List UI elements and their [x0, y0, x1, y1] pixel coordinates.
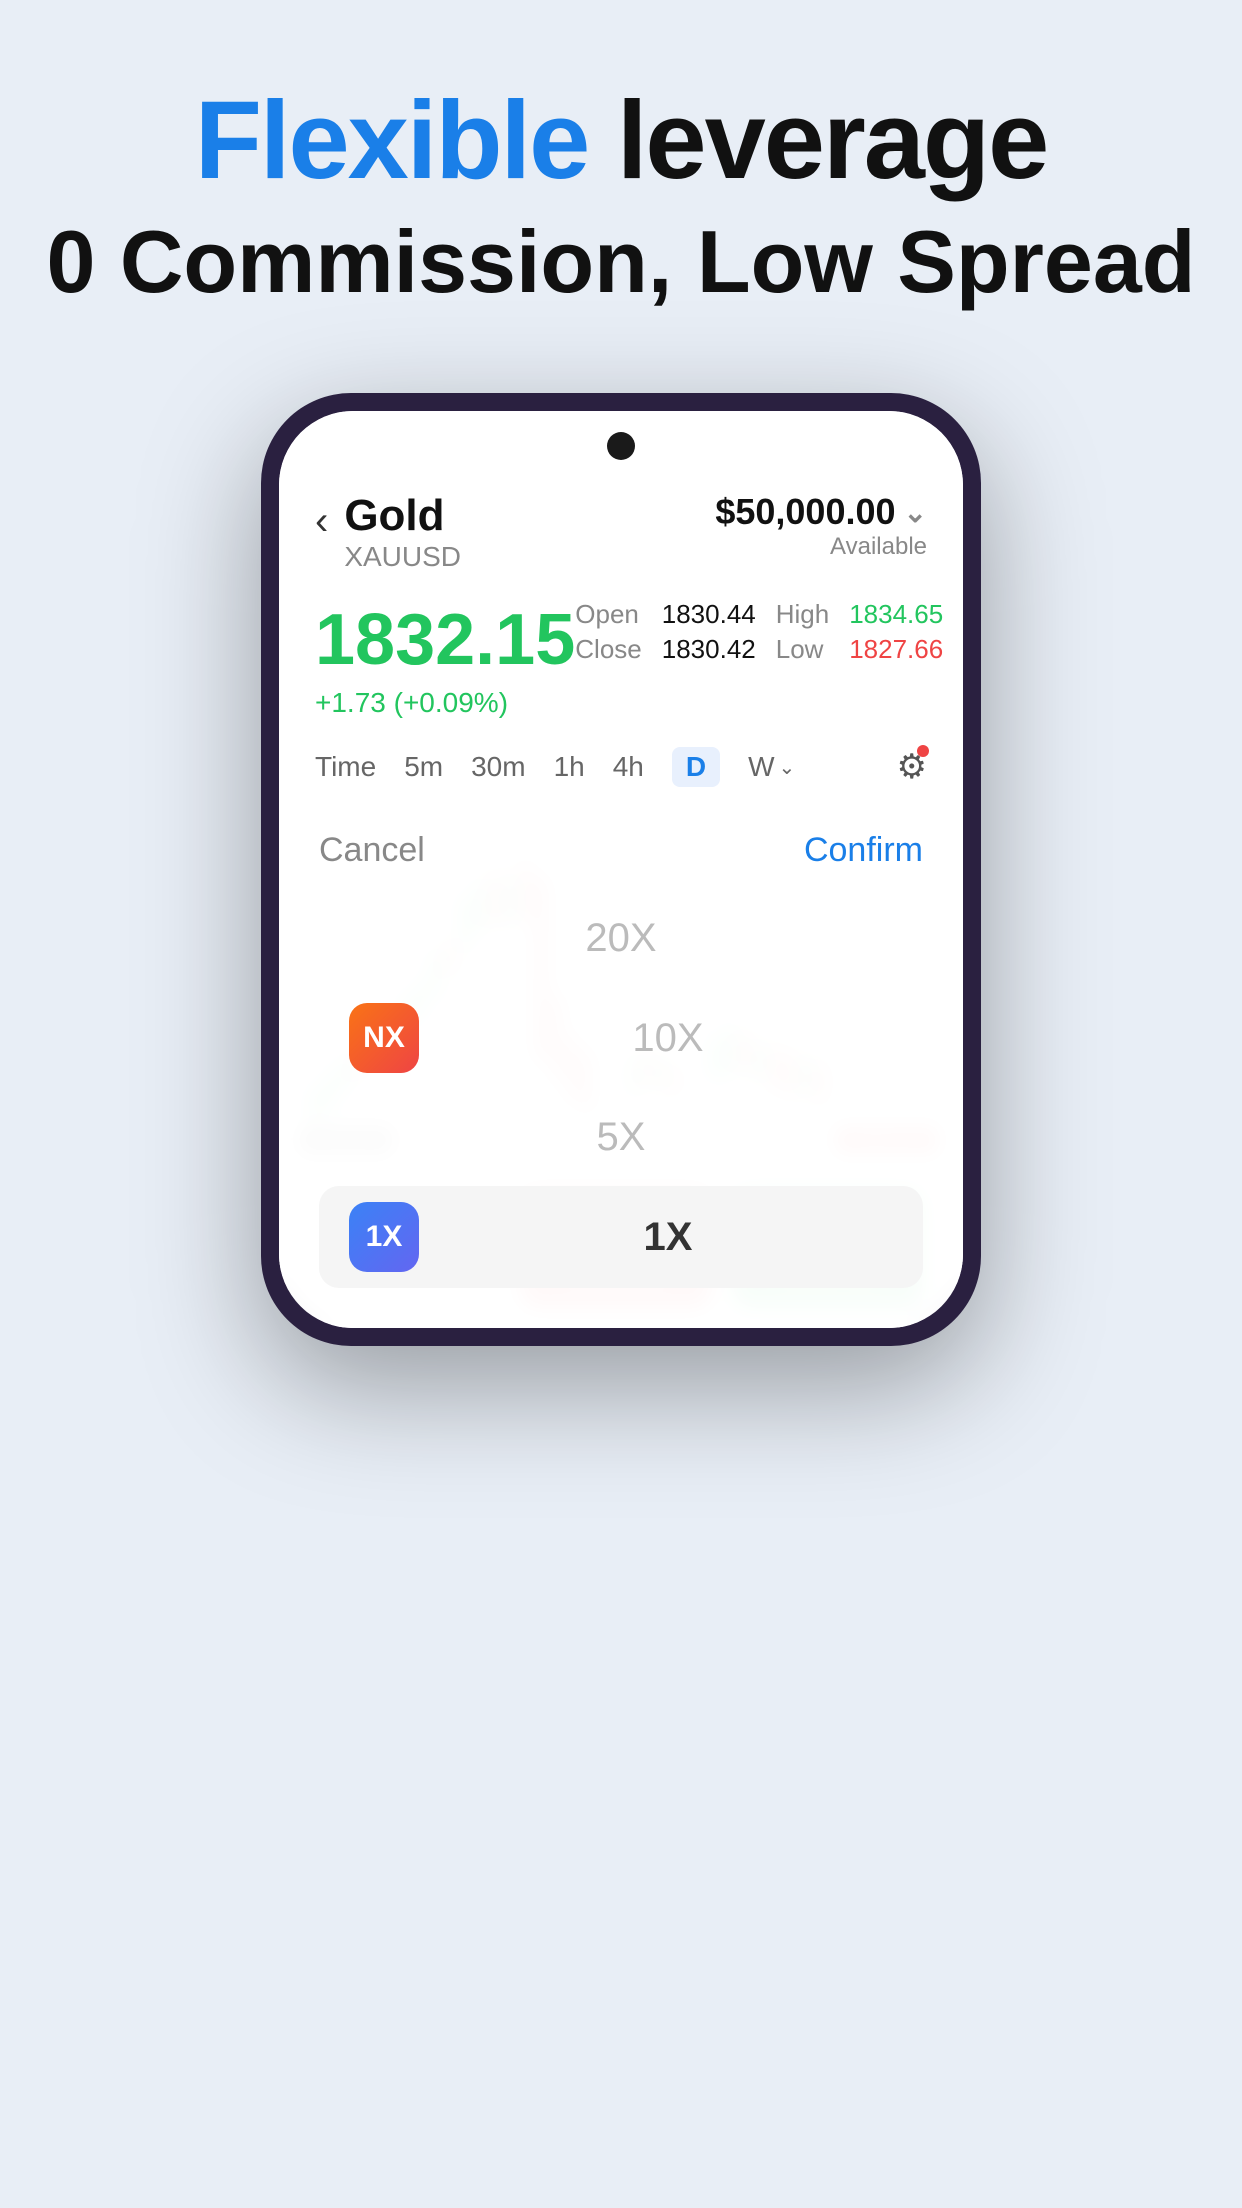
open-val: 1830.44	[662, 599, 756, 630]
tf-4h[interactable]: 4h	[613, 751, 644, 783]
headline-1: Flexible leverage	[0, 80, 1242, 201]
tf-W[interactable]: W⌄	[748, 751, 795, 783]
high-label: High	[776, 599, 829, 630]
trade-header: ‹ Gold XAUUSD $50,000.00 ⌄ Available	[315, 471, 927, 583]
price-section: 1832.15 +1.73 (+0.09%) Open 1830.44 High…	[315, 583, 927, 735]
leverage-item-1x[interactable]: 1X 1X	[319, 1186, 923, 1288]
timeframe-row: Time 5m 30m 1h 4h D W⌄ ⚙	[315, 735, 927, 799]
headline-2: 0 Commission, Low Spread	[0, 211, 1242, 313]
headline-leverage: leverage	[588, 79, 1047, 202]
phone-screen: ‹ Gold XAUUSD $50,000.00 ⌄ Available	[279, 411, 963, 1328]
headline-flexible: Flexible	[195, 79, 589, 202]
camera-bar	[279, 411, 963, 471]
leverage-item-10x[interactable]: NX 10X	[319, 987, 923, 1089]
tf-5m[interactable]: 5m	[404, 751, 443, 783]
leverage-item-20x[interactable]: 20X	[319, 900, 923, 977]
leverage-label-20x: 20X	[349, 916, 893, 961]
asset-name: Gold	[344, 491, 461, 541]
app-content: ‹ Gold XAUUSD $50,000.00 ⌄ Available	[279, 471, 963, 799]
tf-time[interactable]: Time	[315, 751, 376, 783]
balance-block[interactable]: $50,000.00 ⌄ Available	[715, 491, 927, 561]
ohlc-grid: Open 1830.44 High 1834.65 Close 1830.42 …	[575, 599, 943, 665]
leverage-label-5x: 5X	[349, 1115, 893, 1160]
asset-ticker: XAUUSD	[344, 541, 461, 573]
tf-D[interactable]: D	[672, 747, 720, 787]
confirm-button[interactable]: Confirm	[804, 831, 923, 870]
chevron-down-icon: ⌄	[904, 496, 927, 529]
price-change: +1.73 (+0.09%)	[315, 687, 575, 719]
asset-info: Gold XAUUSD	[344, 491, 461, 573]
leverage-picker-modal: Cancel Confirm 20X NX 10X 5X	[279, 801, 963, 1328]
settings-notification-dot	[917, 745, 929, 757]
leverage-label-1x: 1X	[443, 1215, 893, 1260]
leverage-label-10x: 10X	[443, 1016, 893, 1061]
close-label: Close	[575, 634, 641, 665]
tf-1h[interactable]: 1h	[554, 751, 585, 783]
settings-button[interactable]: ⚙	[897, 747, 927, 787]
cancel-button[interactable]: Cancel	[319, 831, 425, 870]
open-label: Open	[575, 599, 641, 630]
camera-dot	[607, 432, 635, 460]
phone-shell: ‹ Gold XAUUSD $50,000.00 ⌄ Available	[261, 393, 981, 1346]
tf-30m[interactable]: 30m	[471, 751, 525, 783]
low-val: 1827.66	[849, 634, 943, 665]
header-section: Flexible leverage 0 Commission, Low Spre…	[0, 0, 1242, 373]
close-val: 1830.42	[662, 634, 756, 665]
high-val: 1834.65	[849, 599, 943, 630]
back-button[interactable]: ‹	[315, 499, 328, 544]
leverage-picker: 20X NX 10X 5X 1X 1X	[319, 890, 923, 1308]
balance-label: Available	[715, 533, 927, 561]
leverage-item-5x[interactable]: 5X	[319, 1099, 923, 1176]
onex-icon: 1X	[349, 1202, 419, 1272]
low-label: Low	[776, 634, 829, 665]
balance-amount: $50,000.00 ⌄	[715, 491, 927, 533]
current-price: 1832.15	[315, 599, 575, 681]
picker-actions: Cancel Confirm	[319, 831, 923, 870]
phone-wrapper: ‹ Gold XAUUSD $50,000.00 ⌄ Available	[0, 393, 1242, 1346]
nx-icon: NX	[349, 1003, 419, 1073]
